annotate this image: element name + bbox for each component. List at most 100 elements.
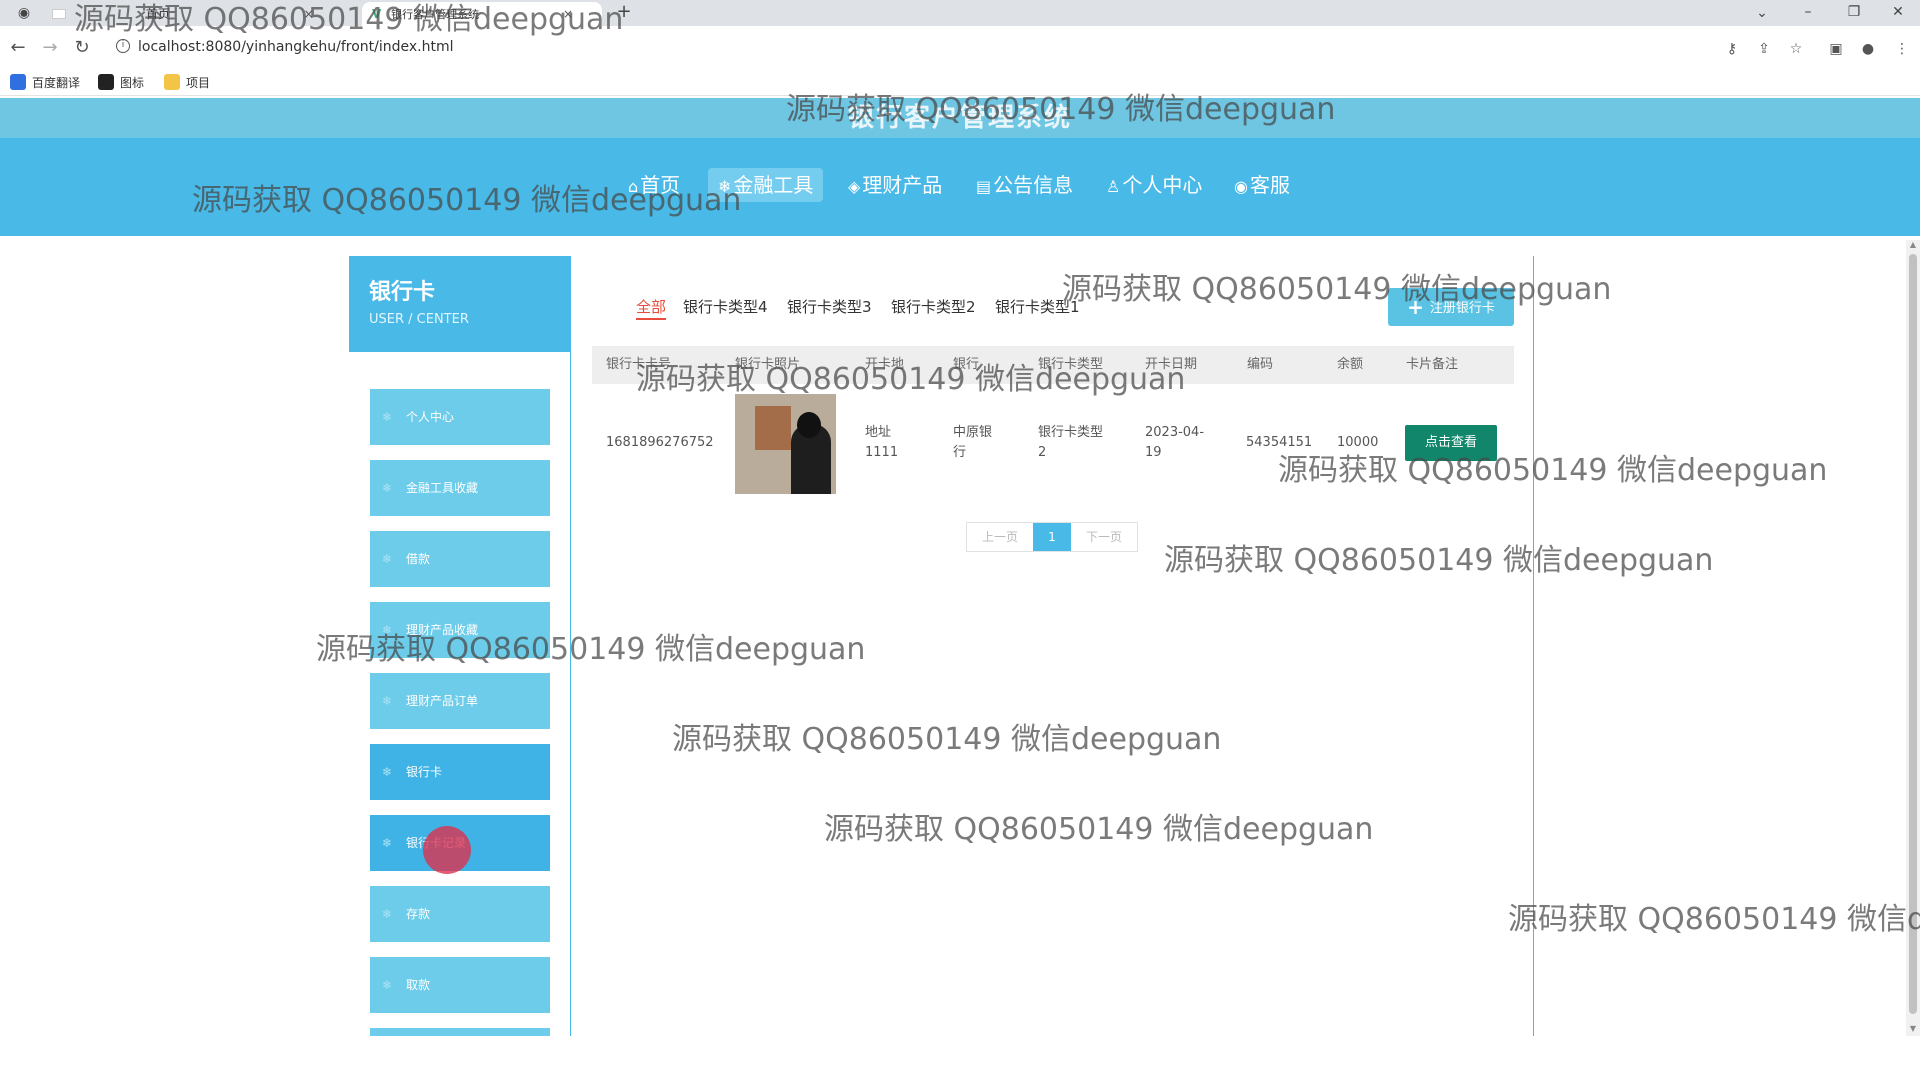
snowflake-icon: ❄ xyxy=(382,481,393,495)
snowflake-icon: ❄ xyxy=(382,410,393,424)
column-header: 开卡日期 xyxy=(1145,357,1198,372)
card-location: 地址 xyxy=(865,425,892,440)
close-window-icon[interactable]: ✕ xyxy=(1888,2,1908,22)
sidebar-header: 银行卡 USER / CENTER xyxy=(349,256,571,352)
snowflake-icon: ❄ xyxy=(382,765,393,779)
profile-avatar-icon[interactable]: ● xyxy=(1858,39,1878,59)
scroll-thumb[interactable] xyxy=(1909,254,1917,1014)
column-header: 银行卡照片 xyxy=(735,357,801,372)
browser-toolbar: ← → ↻ i localhost:8080/yinhangkehu/front… xyxy=(0,26,1920,72)
column-header: 余额 xyxy=(1337,357,1364,372)
sidebar-item-bank-card[interactable]: ❄ 银行卡 xyxy=(370,744,550,800)
filter-tab-type3[interactable]: 银行卡类型3 xyxy=(787,296,872,318)
tab-close-icon[interactable]: × xyxy=(304,2,314,26)
nav-announcements[interactable]: ▤ 公告信息 xyxy=(966,168,1083,202)
back-icon[interactable]: ← xyxy=(6,36,30,60)
sidebar-item-product-orders[interactable]: ❄ 理财产品订单 xyxy=(370,673,550,729)
photo-painting xyxy=(755,406,791,450)
card-balance: 10000 xyxy=(1337,435,1379,450)
bookmark-item[interactable]: 图标 xyxy=(98,74,144,92)
card-type: 2 xyxy=(1038,445,1047,460)
side-panel-icon[interactable]: ▣ xyxy=(1826,39,1846,59)
address-bar[interactable]: i localhost:8080/yinhangkehu/front/index… xyxy=(104,36,1724,58)
nav-financial-tools[interactable]: ❄ 金融工具 xyxy=(708,168,824,202)
nav-home[interactable]: ⌂ 首页 xyxy=(618,168,690,202)
translate-icon xyxy=(10,74,26,90)
scroll-down-icon[interactable]: ▼ xyxy=(1906,1024,1920,1033)
snowflake-icon: ❄ xyxy=(718,177,732,196)
new-tab-button[interactable]: + xyxy=(612,2,636,22)
main-nav: ⌂ 首页 ❄ 金融工具 ◈ 理财产品 ▤ 公告信息 ♙ 个人中心 ◉ 客服 xyxy=(0,138,1920,236)
photo-head xyxy=(797,412,821,438)
browser-tab-active[interactable]: V 银行客户管理系统 × xyxy=(362,2,602,26)
nav-customer-service[interactable]: ◉ 客服 xyxy=(1224,168,1300,202)
address-text: localhost:8080/yinhangkehu/front/index.h… xyxy=(138,39,454,55)
sidebar-item-tool-favorites[interactable]: ❄ 金融工具收藏 xyxy=(370,460,550,516)
service-icon: ◉ xyxy=(1234,177,1248,196)
site-info-icon[interactable]: i xyxy=(116,39,130,53)
column-header: 开卡地 xyxy=(865,357,905,372)
page-number-button[interactable]: 1 xyxy=(1033,523,1071,551)
bookmark-item[interactable]: 百度翻译 xyxy=(10,74,80,92)
forward-icon[interactable]: → xyxy=(38,36,62,60)
folder-icon xyxy=(98,74,114,90)
sidebar-item-personal-center[interactable]: ❄ 个人中心 xyxy=(370,389,550,445)
sidebar-item-partial xyxy=(370,1028,550,1036)
tab-favicon-icon xyxy=(52,9,66,19)
table-header: 银行卡卡号 银行卡照片 开卡地 银行 银行卡类型 开卡日期 编码 余额 卡片备注 xyxy=(592,346,1514,384)
bookmark-star-icon[interactable]: ☆ xyxy=(1786,39,1806,59)
snowflake-icon: ❄ xyxy=(382,623,393,637)
restore-icon[interactable]: ❐ xyxy=(1844,2,1864,22)
snowflake-icon: ❄ xyxy=(382,978,393,992)
minimize-icon[interactable]: – xyxy=(1798,2,1818,22)
bookmark-item[interactable]: 项目 xyxy=(164,74,210,92)
next-page-button[interactable]: 下一页 xyxy=(1071,523,1137,551)
nav-wealth-products[interactable]: ◈ 理财产品 xyxy=(838,168,952,202)
filter-tab-type2[interactable]: 银行卡类型2 xyxy=(891,296,976,318)
document-icon: ▤ xyxy=(976,177,992,196)
watermark: 源码获取 QQ86050149 微信d xyxy=(1508,902,1920,937)
browser-menu-icon[interactable]: ◉ xyxy=(14,3,34,23)
filter-tab-type1[interactable]: 银行卡类型1 xyxy=(995,296,1080,318)
tab-search-icon[interactable]: ⌄ xyxy=(1752,3,1772,23)
site-title: 银行客户管理系统 xyxy=(847,103,1072,133)
sidebar-item-deposit[interactable]: ❄ 存款 xyxy=(370,886,550,942)
pagination: 上一页 1 下一页 xyxy=(966,522,1138,552)
click-indicator xyxy=(423,826,471,874)
browser-tabstrip: ◉ 首页 × V 银行客户管理系统 × + ⌄ – ❐ ✕ xyxy=(0,0,1920,26)
card-type: 银行卡类型 xyxy=(1038,425,1104,440)
card-number: 1681896276752 xyxy=(606,435,714,450)
column-header: 银行卡卡号 xyxy=(606,357,672,372)
prev-page-button[interactable]: 上一页 xyxy=(967,523,1033,551)
sidebar-item-withdraw[interactable]: ❄ 取款 xyxy=(370,957,550,1013)
sidebar-subtitle: USER / CENTER xyxy=(369,312,469,327)
sidebar-item-product-favorites[interactable]: ❄ 理财产品收藏 xyxy=(370,602,550,658)
scroll-up-icon[interactable]: ▲ xyxy=(1906,240,1920,249)
nav-personal-center[interactable]: ♙ 个人中心 xyxy=(1096,168,1212,202)
column-header: 卡片备注 xyxy=(1406,357,1459,372)
card-code: 54354151 xyxy=(1246,435,1313,450)
browser-more-icon[interactable]: ⋮ xyxy=(1892,39,1912,59)
layers-icon: ◈ xyxy=(848,177,861,196)
snowflake-icon: ❄ xyxy=(382,907,393,921)
user-icon: ♙ xyxy=(1106,177,1121,196)
card-location: 1111 xyxy=(865,445,899,460)
password-key-icon[interactable]: ⚷ xyxy=(1722,39,1742,59)
register-card-button[interactable]: + 注册银行卡 xyxy=(1388,288,1514,326)
filter-tab-all[interactable]: 全部 xyxy=(636,296,667,320)
tab-close-icon[interactable]: × xyxy=(563,2,573,26)
card-photo xyxy=(735,394,836,494)
view-details-button[interactable]: 点击查看 xyxy=(1405,425,1497,461)
page-scrollbar[interactable]: ▲ ▼ xyxy=(1906,240,1920,1036)
browser-tab-home[interactable]: 首页 × xyxy=(52,2,314,26)
filter-tab-type4[interactable]: 银行卡类型4 xyxy=(683,296,768,318)
home-icon: ⌂ xyxy=(628,177,639,196)
share-icon[interactable]: ⇪ xyxy=(1754,39,1774,59)
column-header: 银行卡类型 xyxy=(1038,357,1104,372)
reload-icon[interactable]: ↻ xyxy=(70,36,94,60)
sidebar-item-loans[interactable]: ❄ 借款 xyxy=(370,531,550,587)
card-bank: 中原银 xyxy=(953,425,993,440)
column-header: 编码 xyxy=(1247,357,1274,372)
site-title-bar: 银行客户管理系统 xyxy=(0,98,1920,138)
sidebar-title: 银行卡 xyxy=(369,280,436,305)
